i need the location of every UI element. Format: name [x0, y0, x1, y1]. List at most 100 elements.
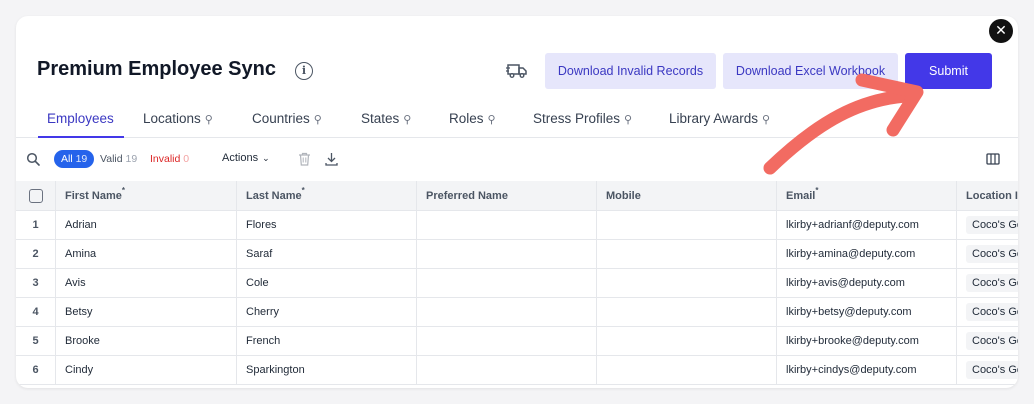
cell-preferred-name[interactable] — [417, 269, 597, 297]
pin-off-icon: ⚲ — [313, 113, 322, 126]
tab-library-awards[interactable]: Library Awards ⚲ — [669, 111, 770, 126]
tab-bar: Employees Locations ⚲ Countries ⚲ States ⚲ … — [16, 104, 1018, 138]
cell-first-name[interactable]: Amina — [56, 240, 237, 268]
cell-first-name-value: Brooke — [65, 335, 100, 347]
tab-states[interactable]: States ⚲ — [361, 111, 411, 126]
chevron-down-icon: ⌄ — [262, 154, 270, 164]
filter-all-pill[interactable]: All 19 — [54, 150, 95, 168]
cell-last-name[interactable]: French — [237, 327, 417, 355]
cell-first-name[interactable]: Brooke — [56, 327, 237, 355]
row-index-value: 3 — [32, 277, 39, 289]
row-index-value: 4 — [32, 306, 39, 318]
cell-preferred-name[interactable] — [417, 298, 597, 326]
actions-dropdown[interactable]: Actions ⌄ — [222, 152, 270, 164]
truck-icon[interactable] — [506, 60, 528, 80]
row-index-value: 2 — [32, 248, 39, 260]
cell-location-value: Coco's Go — [966, 216, 1018, 234]
cell-location[interactable]: Coco's Go — [957, 327, 1018, 355]
filter-valid[interactable]: Valid 19 — [100, 153, 137, 165]
column-header-location[interactable]: Location I — [957, 181, 1018, 210]
cell-location[interactable]: Coco's Go — [957, 356, 1018, 384]
pin-off-icon: ⚲ — [487, 113, 496, 126]
close-icon[interactable]: ✕ — [989, 19, 1013, 43]
filter-invalid[interactable]: Invalid 0 — [150, 153, 189, 165]
columns-icon[interactable] — [986, 153, 1000, 165]
row-index: 6 — [16, 356, 56, 384]
column-header-mobile[interactable]: Mobile — [597, 181, 777, 210]
cell-email[interactable]: lkirby+avis@deputy.com — [777, 269, 957, 297]
cell-location[interactable]: Coco's Go — [957, 298, 1018, 326]
cell-last-name[interactable]: Saraf — [237, 240, 417, 268]
select-all-checkbox[interactable] — [28, 189, 43, 203]
cell-email[interactable]: lkirby+adrianf@deputy.com — [777, 211, 957, 239]
grid-toolbar: All 19 Valid 19 Invalid 0 Actions ⌄ — [16, 138, 1018, 180]
column-header-first-name[interactable]: First Name* — [56, 181, 237, 210]
cell-last-name[interactable]: Flores — [237, 211, 417, 239]
cell-mobile[interactable] — [597, 211, 777, 239]
cell-preferred-name[interactable] — [417, 240, 597, 268]
cell-preferred-name[interactable] — [417, 356, 597, 384]
table-row: 6 Cindy Sparkington lkirby+cindys@deputy.co… — [16, 356, 1018, 385]
row-index: 3 — [16, 269, 56, 297]
cell-first-name[interactable]: Adrian — [56, 211, 237, 239]
grid-header-row: First Name* Last Name* Preferred Name Mo… — [16, 181, 1018, 211]
cell-mobile[interactable] — [597, 356, 777, 384]
cell-last-name[interactable]: Cole — [237, 269, 417, 297]
cell-last-name-value: Saraf — [246, 248, 273, 260]
row-index-value: 6 — [32, 364, 39, 376]
cell-email-value: lkirby+amina@deputy.com — [786, 248, 916, 260]
cell-email-value: lkirby+betsy@deputy.com — [786, 306, 912, 318]
cell-location-value: Coco's Go — [966, 332, 1018, 350]
download-excel-workbook-button[interactable]: Download Excel Workbook — [723, 53, 898, 89]
cell-email[interactable]: lkirby+betsy@deputy.com — [777, 298, 957, 326]
cell-email[interactable]: lkirby+cindys@deputy.com — [777, 356, 957, 384]
cell-location[interactable]: Coco's Go — [957, 240, 1018, 268]
cell-last-name-value: Cole — [246, 277, 269, 289]
trash-icon[interactable] — [298, 152, 311, 166]
sync-modal: Premium Employee Sync i Download Invalid… — [16, 16, 1018, 388]
cell-mobile[interactable] — [597, 269, 777, 297]
table-row: 2 Amina Saraf lkirby+amina@deputy.com Coco's… — [16, 240, 1018, 269]
download-icon[interactable] — [325, 152, 338, 166]
search-icon[interactable] — [26, 152, 40, 166]
cell-last-name-value: French — [246, 335, 281, 347]
cell-email[interactable]: lkirby+brooke@deputy.com — [777, 327, 957, 355]
cell-location[interactable]: Coco's Go — [957, 211, 1018, 239]
column-header-preferred-name[interactable]: Preferred Name — [417, 181, 597, 210]
cell-mobile[interactable] — [597, 240, 777, 268]
tab-countries[interactable]: Countries ⚲ — [252, 111, 322, 126]
required-marker: * — [121, 186, 125, 195]
cell-email-value: lkirby+cindys@deputy.com — [786, 364, 917, 376]
cell-location-value: Coco's Go — [966, 361, 1018, 379]
cell-last-name-value: Sparkington — [246, 364, 305, 376]
cell-preferred-name[interactable] — [417, 211, 597, 239]
cell-last-name-value: Flores — [246, 219, 277, 231]
cell-first-name-value: Cindy — [65, 364, 94, 376]
tab-employees[interactable]: Employees — [47, 111, 114, 126]
pin-off-icon: ⚲ — [403, 113, 412, 126]
cell-location[interactable]: Coco's Go — [957, 269, 1018, 297]
column-header-email[interactable]: Email* — [777, 181, 957, 210]
info-icon[interactable]: i — [295, 62, 313, 80]
submit-button[interactable]: Submit — [905, 53, 992, 89]
cell-first-name[interactable]: Betsy — [56, 298, 237, 326]
cell-mobile[interactable] — [597, 298, 777, 326]
row-index-value: 1 — [32, 219, 39, 231]
download-invalid-records-button[interactable]: Download Invalid Records — [545, 53, 716, 89]
cell-first-name[interactable]: Cindy — [56, 356, 237, 384]
cell-email-value: lkirby+avis@deputy.com — [786, 277, 905, 289]
cell-first-name[interactable]: Avis — [56, 269, 237, 297]
tab-roles[interactable]: Roles ⚲ — [449, 111, 496, 126]
tab-locations[interactable]: Locations ⚲ — [143, 111, 213, 126]
table-row: 1 Adrian Flores lkirby+adrianf@deputy.com Co… — [16, 211, 1018, 240]
cell-location-value: Coco's Go — [966, 303, 1018, 321]
cell-last-name[interactable]: Cherry — [237, 298, 417, 326]
cell-preferred-name[interactable] — [417, 327, 597, 355]
cell-last-name[interactable]: Sparkington — [237, 356, 417, 384]
cell-email[interactable]: lkirby+amina@deputy.com — [777, 240, 957, 268]
cell-mobile[interactable] — [597, 327, 777, 355]
table-row: 4 Betsy Cherry lkirby+betsy@deputy.com Coco'… — [16, 298, 1018, 327]
column-header-last-name[interactable]: Last Name* — [237, 181, 417, 210]
table-row: 3 Avis Cole lkirby+avis@deputy.com Coco's Go — [16, 269, 1018, 298]
tab-stress-profiles[interactable]: Stress Profiles ⚲ — [533, 111, 632, 126]
